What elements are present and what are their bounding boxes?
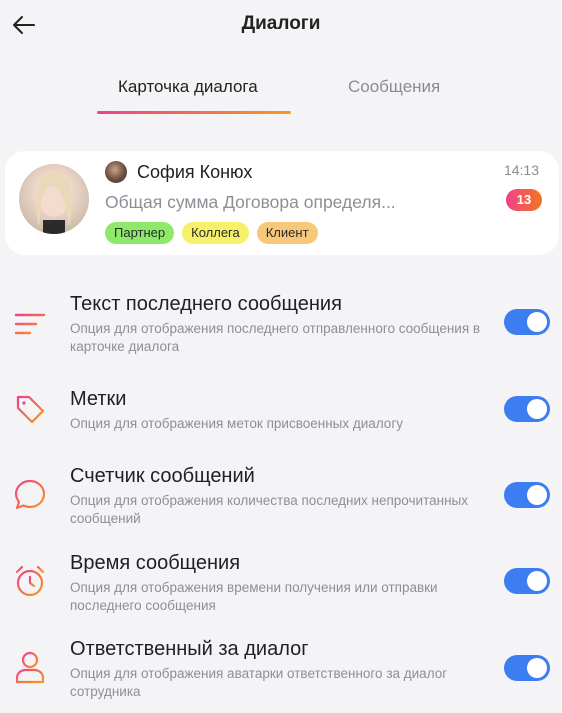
setting-description: Опция для отображения времени получения …: [70, 580, 438, 613]
contact-name: София Конюх: [137, 161, 253, 182]
contact-name-row: София Конюх: [105, 160, 252, 184]
responsible-toggle[interactable]: [504, 655, 550, 681]
toggle-knob: [527, 485, 547, 505]
dialog-card-preview[interactable]: София Конюх Общая сумма Договора определ…: [5, 151, 559, 255]
contact-avatar: [19, 164, 89, 234]
tab-dialog-card[interactable]: Карточка диалога: [118, 77, 258, 97]
setting-description: Опция для отображения меток присвоенных …: [70, 416, 403, 431]
setting-message-time: Время сообщения Опция для отображения вр…: [0, 552, 562, 632]
header: Диалоги: [0, 0, 562, 50]
labels-toggle[interactable]: [504, 396, 550, 422]
tab-bar: Карточка диалога Сообщения: [0, 70, 562, 118]
setting-title: Метки: [70, 388, 127, 410]
setting-last-message-text: Текст последнего сообщения Опция для ото…: [0, 293, 562, 373]
setting-description: Опция для отображения аватарки ответстве…: [70, 666, 448, 699]
toggle-knob: [527, 399, 547, 419]
setting-labels: Метки Опция для отображения меток присво…: [0, 388, 562, 468]
message-counter-toggle[interactable]: [504, 482, 550, 508]
tag-list: Партнер Коллега Клиент: [105, 222, 318, 244]
message-preview: Общая сумма Договора определя...: [105, 192, 396, 212]
last-message-text-toggle[interactable]: [504, 309, 550, 335]
user-icon: [12, 649, 48, 685]
setting-message-counter: Счетчик сообщений Опция для отображения …: [0, 465, 562, 545]
toggle-knob: [527, 658, 547, 678]
toggle-knob: [527, 571, 547, 591]
setting-title: Время сообщения: [70, 552, 241, 574]
setting-description: Опция для отображения последнего отправл…: [70, 321, 481, 354]
unread-count-badge: 13: [506, 189, 542, 211]
setting-description: Опция для отображения количества последн…: [70, 493, 468, 526]
tag-icon: [12, 391, 48, 427]
toggle-knob: [527, 312, 547, 332]
responsible-avatar: [105, 161, 127, 183]
tag-colleague[interactable]: Коллега: [182, 222, 249, 244]
active-tab-indicator: [97, 111, 291, 114]
setting-title: Текст последнего сообщения: [70, 293, 342, 315]
chat-bubble-icon: [12, 477, 48, 513]
setting-title: Ответственный за диалог: [70, 638, 309, 660]
tag-partner[interactable]: Партнер: [105, 222, 175, 244]
page-title: Диалоги: [241, 13, 321, 34]
message-time: 14:13: [503, 162, 539, 178]
setting-title: Счетчик сообщений: [70, 465, 255, 487]
lines-icon: [12, 306, 48, 342]
alarm-clock-icon: [12, 563, 48, 599]
setting-responsible: Ответственный за диалог Опция для отобра…: [0, 638, 562, 713]
message-time-toggle[interactable]: [504, 568, 550, 594]
tab-messages[interactable]: Сообщения: [348, 77, 440, 97]
tag-client[interactable]: Клиент: [256, 222, 318, 244]
